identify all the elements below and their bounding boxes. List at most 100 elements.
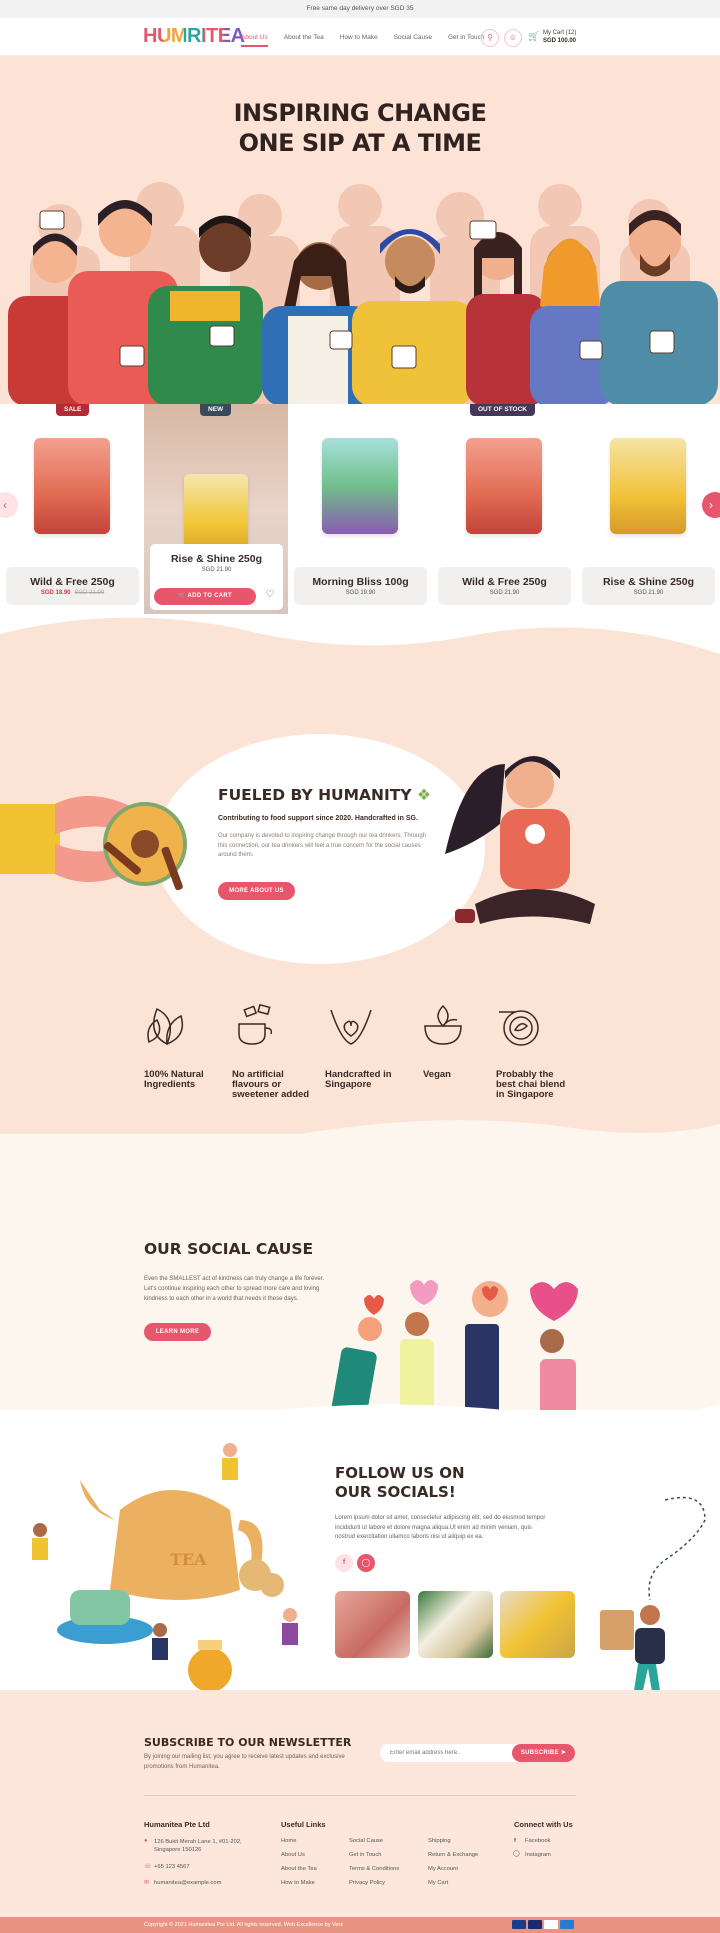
follow-body: Lorem ipsum dolor sit amet, consectetur … xyxy=(335,1515,546,1540)
logo[interactable]: HUMRITEA xyxy=(143,25,245,48)
footer-link-return[interactable]: Return & Exchange xyxy=(428,1852,478,1858)
product-card[interactable]: Rise & Shine 250g SGD 21.90 xyxy=(576,404,720,614)
paypal-icon xyxy=(512,1920,526,1929)
footer-link-about-us[interactable]: About Us xyxy=(281,1852,305,1858)
footer-instagram-link[interactable]: Instagram xyxy=(525,1852,551,1858)
nav-get-in-touch[interactable]: Get in Touch xyxy=(448,34,484,41)
footer-link-shipping[interactable]: Shipping xyxy=(428,1838,451,1844)
amex-icon xyxy=(560,1920,574,1929)
product-price: SGD 21.90 xyxy=(633,590,664,596)
product-card[interactable]: OUT OF STOCK Wild & Free 250g SGD 21.90 xyxy=(432,404,576,614)
footer-link-terms[interactable]: Terms & Conditions xyxy=(349,1866,399,1872)
product-name[interactable]: Wild & Free 250g xyxy=(438,576,571,588)
cart-icon[interactable]: 🛒 xyxy=(528,31,539,42)
vegan-bowl-icon xyxy=(424,1004,462,1045)
learn-more-button[interactable]: LEARN MORE xyxy=(144,1323,211,1341)
footer-link-my-account[interactable]: My Account xyxy=(428,1866,458,1872)
add-to-cart-label: ADD TO CART xyxy=(187,593,233,599)
cart-label: My Cart (12) xyxy=(543,30,577,36)
product-price: SGD 18.90 xyxy=(40,590,71,596)
facebook-icon[interactable]: f xyxy=(335,1554,353,1572)
feature-label: Probably the best chai blend in Singapor… xyxy=(496,1069,566,1100)
teacup-sugar-icon xyxy=(238,1004,273,1045)
product-name[interactable]: Wild & Free 250g xyxy=(6,576,139,588)
newsletter-footer-section: SUBSCRIBE TO OUR NEWSLETTER By joining o… xyxy=(0,1690,720,1933)
footer-link-about-tea[interactable]: About the Tea xyxy=(281,1866,317,1872)
fueled-subtitle: Contributing to food support since 2020.… xyxy=(218,815,418,822)
cart-total: SGD 100.00 xyxy=(543,37,577,44)
add-to-cart-button[interactable]: 🛒 ADD TO CART xyxy=(154,588,256,605)
product-image[interactable] xyxy=(610,438,686,534)
phone-icon: ☏ xyxy=(144,1864,152,1870)
footer-email[interactable]: humanitea@example.com xyxy=(154,1880,221,1886)
address-line-1: 126 Bukit Merah Lane 1, #01-202, xyxy=(154,1839,242,1845)
nav-social-cause[interactable]: Social Cause xyxy=(394,34,432,41)
instagram-post[interactable] xyxy=(335,1591,410,1658)
nav-about-us[interactable]: About Us xyxy=(241,34,268,47)
send-icon: ➤ xyxy=(560,1750,567,1756)
site-header: HUMRITEA About Us About the Tea How to M… xyxy=(0,18,720,56)
footer-link-my-cart[interactable]: My Cart xyxy=(428,1880,448,1886)
product-image[interactable] xyxy=(466,438,542,534)
instagram-post[interactable] xyxy=(500,1591,575,1658)
follow-section: TEA FOLLOW US ON OUR SOCIALS! Lorem ipsum… xyxy=(0,1404,720,1715)
footer-link-how-to-make[interactable]: How to Make xyxy=(281,1880,315,1886)
visa-icon xyxy=(528,1920,542,1929)
tea-workers-illustration: TEA xyxy=(32,1443,298,1692)
tea-leaf-cup-icon xyxy=(499,1010,539,1046)
hero-line-2: ONE SIP AT A TIME xyxy=(238,129,482,157)
sale-badge: SALE xyxy=(56,404,90,416)
product-card[interactable]: Morning Bliss 100g SGD 19.90 xyxy=(288,404,432,614)
product-image[interactable] xyxy=(322,438,398,534)
social-cause-body: Even the SMALLEST act of kindness can tr… xyxy=(144,1276,324,1302)
nav-how-to-make[interactable]: How to Make xyxy=(340,34,378,41)
svg-text:TEA: TEA xyxy=(170,1550,207,1569)
product-card[interactable]: SALE Wild & Free 250g SGD 18.90 SGD 21.90 xyxy=(0,404,144,614)
social-cause-section: OUR SOCIAL CAUSE Even the SMALLEST act o… xyxy=(0,1120,720,1434)
wave-divider xyxy=(0,614,720,654)
footer-link-get-in-touch[interactable]: Get in Touch xyxy=(349,1852,381,1858)
product-name[interactable]: Rise & Shine 250g xyxy=(150,553,283,565)
more-about-us-button[interactable]: MORE ABOUT US xyxy=(218,882,295,900)
subscribe-button[interactable]: SUBSCRIBE ➤ xyxy=(512,1744,575,1762)
product-image[interactable] xyxy=(184,474,248,554)
footer-link-social-cause[interactable]: Social Cause xyxy=(349,1838,383,1844)
tea-hands-illustration xyxy=(0,796,187,891)
follow-title-line-1: FOLLOW US ON xyxy=(335,1464,465,1482)
hero-people-illustration xyxy=(8,182,718,404)
footer-phone[interactable]: +65 123 4567 xyxy=(154,1864,190,1870)
instagram-icon[interactable]: ◯ xyxy=(357,1554,375,1572)
footer-link-home[interactable]: Home xyxy=(281,1838,296,1844)
woman-drinking-tea-illustration xyxy=(445,756,595,924)
instagram-post[interactable] xyxy=(418,1591,493,1658)
cart-summary[interactable]: My Cart (12) SGD 100.00 xyxy=(543,30,576,45)
product-price: SGD 21.90 xyxy=(489,590,520,596)
connect-title: Connect with Us xyxy=(514,1820,573,1829)
copyright-bar: Copyright © 2021 Humanitea Pte Ltd. All … xyxy=(0,1917,720,1933)
feature-label: No artificial flavours or sweetener adde… xyxy=(232,1069,310,1100)
facebook-icon: f xyxy=(514,1838,516,1844)
social-cause-title: OUR SOCIAL CAUSE xyxy=(144,1240,314,1258)
leaf-icon: ❖ xyxy=(417,786,431,804)
chevron-left-icon: ‹ xyxy=(3,498,7,512)
product-name[interactable]: Morning Bliss 100g xyxy=(294,576,427,588)
search-icon[interactable]: ⚲ xyxy=(481,29,499,47)
mail-icon: ✉ xyxy=(144,1880,149,1886)
follow-title: FOLLOW US ON OUR SOCIALS! xyxy=(335,1464,465,1502)
logo-text: HUMRITEA xyxy=(143,25,245,47)
footer-facebook-link[interactable]: Facebook xyxy=(525,1838,550,1844)
mastercard-icon xyxy=(544,1920,558,1929)
product-card-hover[interactable]: NEW Rise & Shine 250g SGD 21.90 🛒 ADD TO… xyxy=(144,404,288,614)
fueled-title-text: FUELED BY HUMANITY xyxy=(218,786,412,804)
product-image[interactable] xyxy=(34,438,110,534)
product-info-panel: Rise & Shine 250g SGD 21.90 🛒 ADD TO CAR… xyxy=(150,544,283,610)
nav-about-tea[interactable]: About the Tea xyxy=(284,34,324,41)
footer-link-privacy[interactable]: Privacy Policy xyxy=(349,1880,385,1886)
hands-heart-icon xyxy=(330,1009,372,1045)
product-name[interactable]: Rise & Shine 250g xyxy=(582,576,715,588)
heart-icon[interactable]: ♡ xyxy=(262,589,278,605)
new-badge: NEW xyxy=(200,404,232,416)
user-icon[interactable]: ☺ xyxy=(504,29,522,47)
promo-bar: Free same day delivery over SGD 35 xyxy=(0,0,720,18)
promo-text: Free same day delivery over SGD 35 xyxy=(306,5,414,12)
